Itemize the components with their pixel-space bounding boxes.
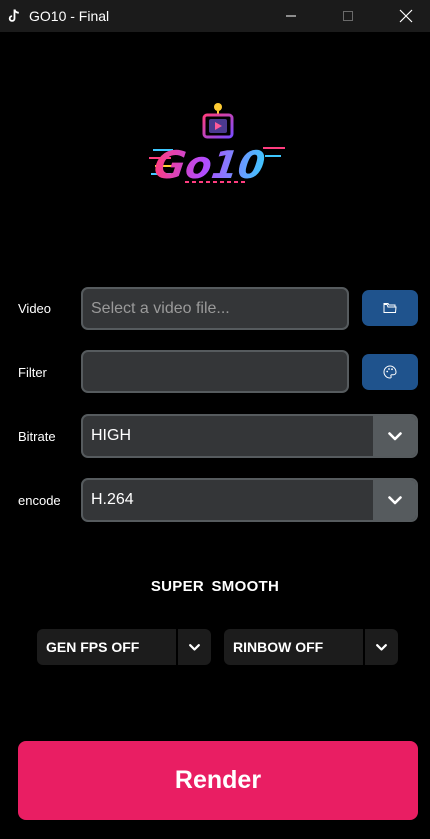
gen-fps-value: GEN FPS OFF — [46, 639, 140, 655]
render-button[interactable]: Render — [18, 741, 418, 820]
minimize-icon — [286, 15, 296, 17]
bitrate-label: Bitrate — [18, 429, 56, 444]
encode-dropdown-button[interactable] — [373, 480, 416, 520]
video-file-input[interactable] — [81, 287, 349, 330]
bitrate-dropdown-button[interactable] — [373, 416, 416, 456]
chevron-down-icon — [387, 431, 402, 440]
close-icon — [399, 9, 413, 23]
gen-fps-select[interactable]: GEN FPS OFF — [37, 629, 211, 665]
app-logo: Go10 — [149, 103, 285, 188]
tiktok-icon — [7, 8, 21, 24]
encode-label: encode — [18, 493, 61, 508]
chevron-down-icon — [376, 643, 387, 651]
gen-fps-dropdown-button[interactable] — [176, 629, 211, 665]
chevron-down-icon — [387, 495, 402, 504]
filter-input[interactable] — [81, 350, 349, 393]
rainbow-dropdown-button[interactable] — [363, 629, 398, 665]
bitrate-select[interactable]: HIGH — [81, 414, 418, 458]
minimize-button[interactable] — [267, 0, 315, 32]
bitrate-value: HIGH — [91, 427, 131, 444]
video-label: Video — [18, 301, 52, 316]
choose-filter-button[interactable] — [362, 354, 418, 390]
super-smooth-heading: SUPER SMOOTH — [150, 578, 280, 595]
close-button[interactable] — [382, 0, 430, 32]
window-title: GO10 - Final — [29, 8, 110, 24]
title-bar: GO10 - Final — [0, 0, 430, 32]
folder-icon — [383, 303, 397, 313]
palette-icon — [383, 365, 397, 379]
logo-text: Go10 — [151, 144, 267, 188]
browse-video-button[interactable] — [362, 290, 418, 326]
maximize-button[interactable] — [324, 0, 372, 32]
filter-label: Filter — [18, 365, 47, 380]
encode-value: H.264 — [91, 491, 134, 508]
encode-select[interactable]: H.264 — [81, 478, 418, 522]
video-play-icon — [202, 103, 234, 139]
maximize-icon — [343, 11, 353, 21]
rainbow-select[interactable]: RINBOW OFF — [224, 629, 398, 665]
chevron-down-icon — [189, 643, 200, 651]
rainbow-value: RINBOW OFF — [233, 639, 324, 655]
